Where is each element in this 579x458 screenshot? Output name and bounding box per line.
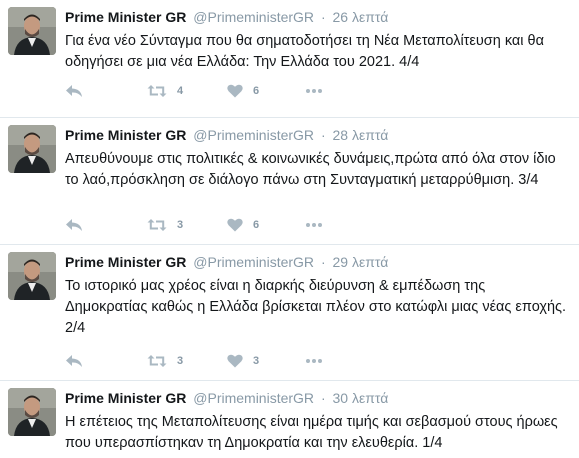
tweet-timestamp[interactable]: 29 λεπτά [333, 254, 389, 270]
tweet-fullname[interactable]: Prime Minister GR [65, 127, 186, 143]
tweet-timestamp[interactable]: 28 λεπτά [333, 127, 389, 143]
tweet-username[interactable]: @PrimeministerGR [193, 127, 314, 143]
tweet[interactable]: Prime Minister GR @PrimeministerGR · 29 … [0, 245, 579, 381]
reply-button[interactable] [65, 351, 83, 371]
tweet-actions: 4 6 [65, 81, 365, 101]
tweet-timeline: Prime Minister GR @PrimeministerGR · 26 … [0, 0, 579, 458]
heart-icon [227, 354, 243, 368]
tweet-header: Prime Minister GR @PrimeministerGR · 29 … [65, 254, 388, 270]
time-separator: · [320, 254, 326, 270]
tweet[interactable]: Prime Minister GR @PrimeministerGR · 30 … [0, 381, 579, 458]
tweet-header: Prime Minister GR @PrimeministerGR · 26 … [65, 9, 388, 25]
avatar[interactable] [8, 388, 56, 436]
tweet-timestamp[interactable]: 26 λεπτά [333, 9, 389, 25]
avatar[interactable] [8, 252, 56, 300]
retweet-count: 4 [177, 85, 184, 97]
tweet-text: Απευθύνουμε στις πολιτικές & κοινωνικές … [65, 151, 556, 188]
tweet-username[interactable]: @PrimeministerGR [193, 390, 314, 406]
like-count: 6 [253, 219, 260, 231]
avatar-image [8, 125, 56, 173]
tweet[interactable]: Prime Minister GR @PrimeministerGR · 26 … [0, 0, 579, 118]
retweet-icon [147, 355, 167, 367]
avatar[interactable] [8, 125, 56, 173]
reply-icon [66, 219, 82, 231]
retweet-icon [147, 219, 167, 231]
tweet[interactable]: Prime Minister GR @PrimeministerGR · 28 … [0, 118, 579, 245]
avatar[interactable] [8, 7, 56, 55]
tweet-text: Το ιστορικό μας χρέος είναι η διαρκής δι… [65, 278, 567, 336]
retweet-count: 3 [177, 219, 184, 231]
tweet-timestamp[interactable]: 30 λεπτά [333, 390, 389, 406]
more-button[interactable] [305, 81, 323, 101]
tweet-text: Η επέτειος της Μεταπολίτευσης είναι ημέρ… [65, 414, 558, 451]
avatar-image [8, 7, 56, 55]
time-separator: · [320, 127, 326, 143]
more-button[interactable] [305, 351, 323, 371]
tweet-text: Για ένα νέο Σύνταγμα που θα σηματοδοτήσε… [65, 33, 545, 70]
tweet-fullname[interactable]: Prime Minister GR [65, 254, 186, 270]
avatar-image [8, 388, 56, 436]
retweet-button[interactable]: 4 [147, 81, 183, 101]
retweet-button[interactable]: 3 [147, 351, 183, 371]
like-count: 6 [253, 85, 260, 97]
tweet-fullname[interactable]: Prime Minister GR [65, 9, 186, 25]
reply-icon [66, 85, 82, 97]
like-button[interactable]: 6 [227, 81, 259, 101]
retweet-icon [147, 85, 167, 97]
tweet-username[interactable]: @PrimeministerGR [193, 9, 314, 25]
tweet-header: Prime Minister GR @PrimeministerGR · 30 … [65, 390, 388, 406]
reply-button[interactable] [65, 215, 83, 235]
heart-icon [227, 218, 243, 232]
like-count: 3 [253, 355, 260, 367]
time-separator: · [320, 9, 326, 25]
more-button[interactable] [305, 215, 323, 235]
more-dots-icon [306, 89, 322, 93]
reply-icon [66, 355, 82, 367]
heart-icon [227, 84, 243, 98]
retweet-count: 3 [177, 355, 184, 367]
avatar-image [8, 252, 56, 300]
tweet-actions: 3 3 [65, 351, 365, 371]
time-separator: · [320, 390, 326, 406]
retweet-button[interactable]: 3 [147, 215, 183, 235]
tweet-actions: 3 6 [65, 215, 365, 235]
like-button[interactable]: 6 [227, 215, 259, 235]
tweet-fullname[interactable]: Prime Minister GR [65, 390, 186, 406]
more-dots-icon [306, 359, 322, 363]
more-dots-icon [306, 223, 322, 227]
tweet-header: Prime Minister GR @PrimeministerGR · 28 … [65, 127, 388, 143]
like-button[interactable]: 3 [227, 351, 259, 371]
reply-button[interactable] [65, 81, 83, 101]
tweet-username[interactable]: @PrimeministerGR [193, 254, 314, 270]
